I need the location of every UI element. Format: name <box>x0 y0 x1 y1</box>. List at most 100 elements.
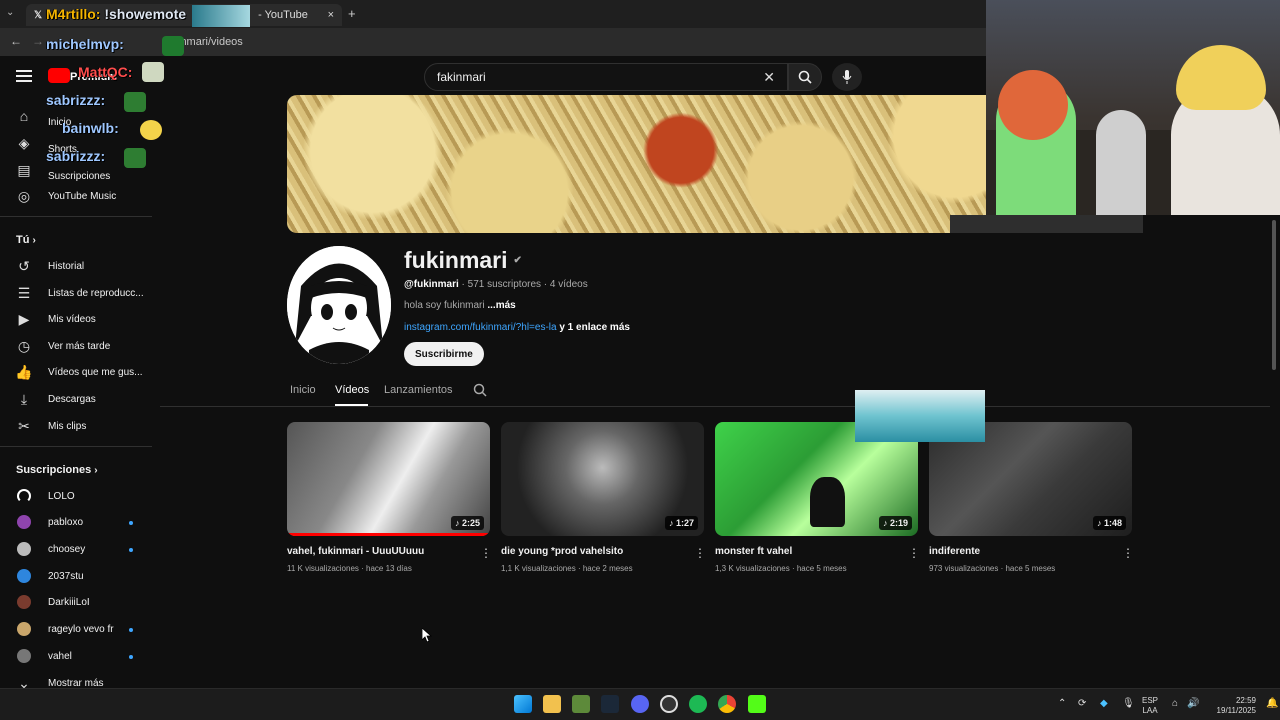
search-text: fakinmari <box>437 70 486 84</box>
video-thumbnail[interactable]: ♪ 1:27 <box>501 422 704 536</box>
scissors-icon: ✂ <box>18 417 30 434</box>
webcam-overlay <box>986 0 1280 215</box>
volume-icon[interactable]: 🔊 <box>1187 698 1199 709</box>
spotify-icon[interactable] <box>689 695 707 713</box>
obs-icon[interactable] <box>660 695 678 713</box>
shield-icon[interactable]: ◆ <box>1100 698 1108 709</box>
video-title[interactable]: monster ft vahel <box>715 546 792 557</box>
language-indicator[interactable]: ESP LAA <box>1142 696 1158 716</box>
minecraft-icon[interactable] <box>572 695 590 713</box>
chevron-right-icon: › <box>94 465 98 476</box>
kick-icon[interactable] <box>748 695 766 713</box>
tab-inicio[interactable]: Inicio <box>290 384 316 396</box>
subscriptions-section-header[interactable]: Suscripciones › <box>16 464 98 476</box>
tab-lanzamientos[interactable]: Lanzamientos <box>384 384 453 396</box>
sidebar-item-my-videos[interactable]: ▶ Mis vídeos <box>0 306 160 332</box>
chat-message: michelmvp: <box>46 36 124 52</box>
you-header-label: Tú <box>16 234 30 246</box>
sub-item[interactable]: DarkiiiLoI <box>0 589 160 615</box>
new-tab-button[interactable]: + <box>348 6 356 21</box>
channel-avatar[interactable] <box>287 246 391 364</box>
video-meta: 1,3 K visualizaciones · hace 5 meses <box>715 564 847 573</box>
channel-description[interactable]: hola soy fukinmari ...más <box>404 300 516 311</box>
network-icon[interactable]: ⌂ <box>1172 698 1178 709</box>
sidebar-item-history[interactable]: ↺ Historial <box>0 253 160 279</box>
sidebar-item-label: Descargas <box>48 393 96 405</box>
sub-item[interactable]: vahel <box>0 643 160 669</box>
video-title[interactable]: vahel, fukinmari - UuuUUuuu <box>287 546 424 557</box>
subscribe-button[interactable]: Suscribirme <box>404 342 484 366</box>
new-content-dot <box>129 655 133 659</box>
notifications-icon[interactable]: 🔔 <box>1266 698 1278 709</box>
video-meta: 11 K visualizaciones · hace 13 días <box>287 564 412 573</box>
file-explorer-icon[interactable] <box>543 695 561 713</box>
subscriptions-header-label: Suscripciones <box>16 464 92 476</box>
sub-item[interactable]: pabloxo <box>0 509 160 535</box>
youtube-logo-icon[interactable] <box>48 68 70 83</box>
video-duration: ♪ 1:48 <box>1092 516 1126 530</box>
chat-message: sabrizzz: <box>46 148 106 164</box>
forward-arrow-icon[interactable]: → <box>32 34 44 48</box>
sidebar-item-watch-later[interactable]: ◷ Ver más tarde <box>0 333 160 359</box>
sidebar-divider <box>0 216 152 217</box>
sidebar-item-playlists[interactable]: ☰ Listas de reproducc... <box>0 280 160 306</box>
sub-item[interactable]: 2037stu <box>0 563 160 589</box>
menu-icon[interactable] <box>16 70 32 82</box>
chrome-icon[interactable] <box>718 695 736 713</box>
close-tab-icon[interactable]: × <box>328 9 334 21</box>
stream-emote-popup <box>855 390 985 442</box>
sidebar-item-label: Suscripciones <box>48 170 111 182</box>
watch-progress-bar <box>287 533 490 536</box>
voice-search-button[interactable] <box>832 63 862 91</box>
description-more-link[interactable]: ...más <box>487 300 515 311</box>
sub-item[interactable]: choosey <box>0 536 160 562</box>
video-thumbnail[interactable]: ♪ 2:25 <box>287 422 490 536</box>
windows-start-icon[interactable] <box>514 695 532 713</box>
channel-search-button[interactable] <box>473 383 487 402</box>
video-title[interactable]: indiferente <box>929 546 980 557</box>
video-title[interactable]: die young *prod vahelsito <box>501 546 623 557</box>
sub-label: LOLO <box>48 490 75 502</box>
more-options-icon[interactable]: ⋮ <box>480 546 492 560</box>
tray-chevron-icon[interactable]: ⌃ <box>1058 698 1066 709</box>
more-options-icon[interactable]: ⋮ <box>908 546 920 560</box>
thumbnail-figure <box>810 477 845 527</box>
sidebar-item-downloads[interactable]: ⤓ Descargas <box>0 386 160 412</box>
sub-label: pabloxo <box>48 516 84 528</box>
search-icon <box>473 383 487 397</box>
you-section-header[interactable]: Tú › <box>16 234 36 246</box>
description-text: hola soy fukinmari <box>404 300 485 311</box>
scrollbar-thumb[interactable] <box>1272 220 1276 370</box>
music-icon: ◎ <box>17 187 31 204</box>
sub-item[interactable]: LOLO <box>0 483 160 509</box>
emote-image <box>142 62 164 82</box>
channel-links: instagram.com/fukinmari/?hl=es-la y 1 en… <box>404 322 630 333</box>
channel-link[interactable]: instagram.com/fukinmari/?hl=es-la <box>404 322 557 333</box>
sub-item[interactable]: rageylo vevo fr <box>0 616 160 642</box>
microphone-tray-icon[interactable]: 🎙 <box>1122 698 1135 709</box>
clear-search-icon[interactable]: ✕ <box>763 69 775 86</box>
clock-icon: ◷ <box>17 337 31 354</box>
back-arrow-icon[interactable]: ← <box>10 34 22 48</box>
sidebar-item-youtube-music[interactable]: ◎ YouTube Music <box>0 183 160 209</box>
steam-icon[interactable] <box>601 695 619 713</box>
more-options-icon[interactable]: ⋮ <box>1122 546 1134 560</box>
sidebar-item-label: Mis vídeos <box>48 313 96 325</box>
thumbs-up-icon: 👍 <box>15 363 33 380</box>
tab-videos[interactable]: Vídeos <box>335 384 369 396</box>
avatar <box>17 622 31 636</box>
avatar <box>17 515 31 529</box>
home-icon: ⌂ <box>19 108 29 124</box>
sidebar-item-liked-videos[interactable]: 👍 Vídeos que me gus... <box>0 359 160 385</box>
sync-icon[interactable]: ⟳ <box>1078 698 1086 709</box>
search-input[interactable]: fakinmari ✕ <box>424 63 788 91</box>
sidebar-item-clips[interactable]: ✂ Mis clips <box>0 413 160 439</box>
clock[interactable]: 22:59 19/11/2025 <box>1206 696 1256 716</box>
more-options-icon[interactable]: ⋮ <box>694 546 706 560</box>
sidebar-divider <box>0 446 152 447</box>
more-links-link[interactable]: y 1 enlace más <box>559 322 630 333</box>
tab-list-chevron-icon[interactable]: ⌄ <box>6 7 14 18</box>
download-icon: ⤓ <box>20 390 28 407</box>
discord-icon[interactable] <box>631 695 649 713</box>
search-button[interactable] <box>788 63 822 91</box>
